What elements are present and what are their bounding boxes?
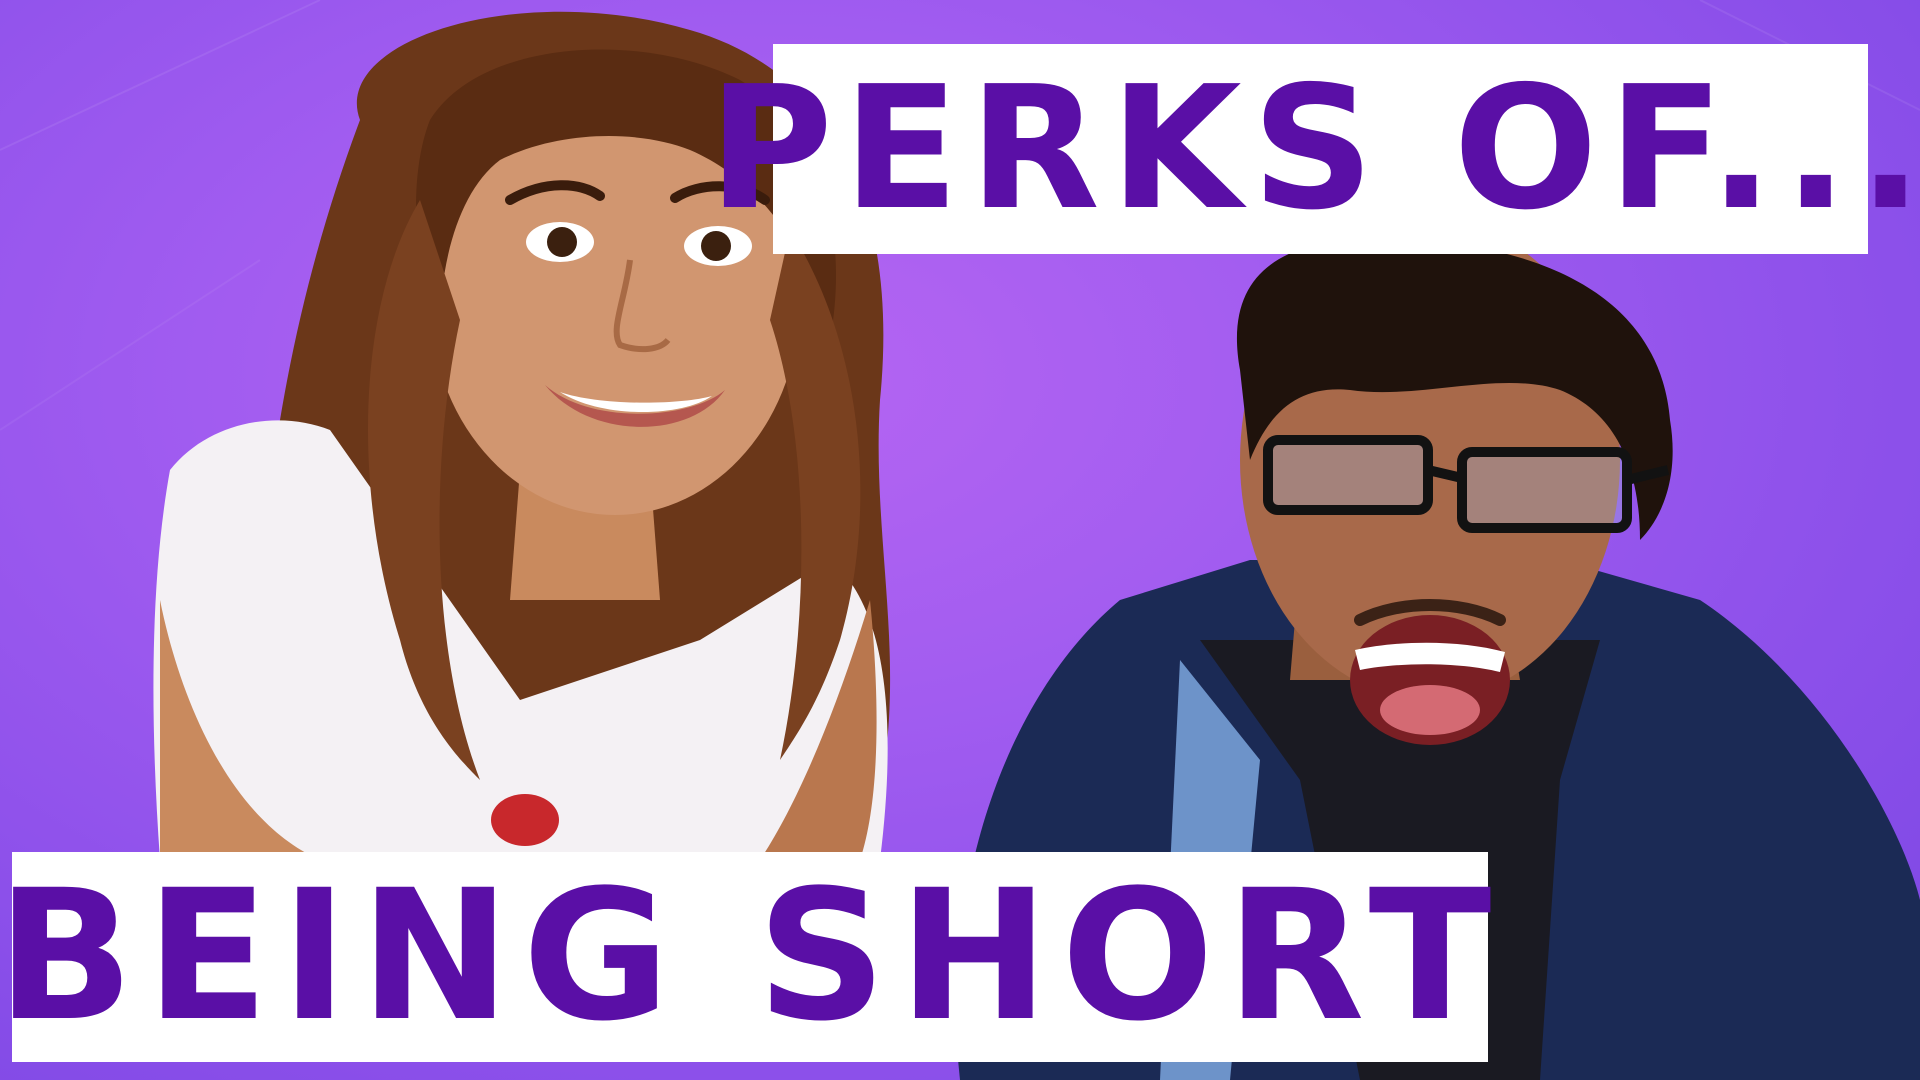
thumbnail-canvas: PERKS OF... BEING SHORT xyxy=(0,0,1920,1080)
caption-box-bottom: BEING SHORT xyxy=(0,852,1491,1062)
headline-bottom: BEING SHORT xyxy=(0,852,1504,1061)
caption-box-top: PERKS OF... xyxy=(708,44,1920,254)
headline-top: PERKS OF... xyxy=(708,50,1920,248)
